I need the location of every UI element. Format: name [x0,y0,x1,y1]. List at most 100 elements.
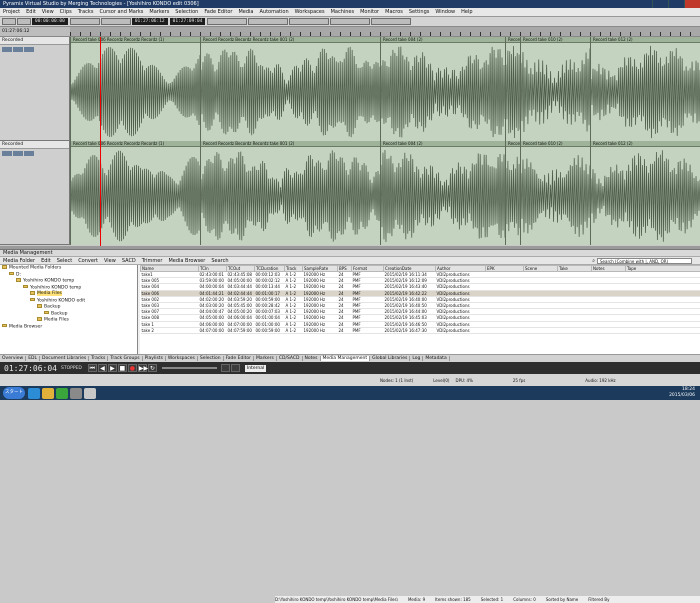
media-menu-item[interactable]: View [101,258,119,264]
menu-item[interactable]: Help [458,9,475,15]
menu-item[interactable]: Workspaces [292,9,328,15]
menu-item[interactable]: Window [432,9,458,15]
track-name[interactable]: Recorded [0,141,69,149]
menu-item[interactable]: Selection [172,9,201,15]
menu-item[interactable]: Media [235,9,256,15]
toolbar-button[interactable] [101,18,131,25]
bottom-tab[interactable]: Workspaces [166,356,198,361]
bottom-tab[interactable]: Media Management [321,356,371,361]
toolbar-button[interactable] [70,18,100,25]
bottom-tab[interactable]: Markers [254,356,277,361]
playhead-cursor[interactable] [100,37,101,246]
forward-button[interactable]: ▶▶ [138,364,147,372]
bottom-tab[interactable]: Notes [303,356,321,361]
timeline-ruler[interactable] [70,27,700,37]
bottom-tab[interactable]: Selection [198,356,224,361]
record-arm-button[interactable] [2,151,12,156]
bottom-tab[interactable]: EDL [26,356,40,361]
media-menu-item[interactable]: SACD [119,258,139,264]
fps-info: 25 fps [513,378,525,383]
audio-clip[interactable]: Record take 010 (2) [520,141,590,245]
pyramix-icon[interactable] [84,388,96,399]
menu-item[interactable]: Automation [257,9,292,15]
solo-button[interactable] [13,151,23,156]
rewind-to-start-button[interactable]: ⏮ [88,364,97,372]
toolbar-button[interactable] [371,18,411,25]
close-button[interactable] [684,0,700,8]
bottom-tab[interactable]: Document Libraries [40,356,89,361]
audio-clip[interactable]: Record take 007 (2) [505,37,520,141]
transport-option-button[interactable] [231,364,240,372]
audio-clip[interactable]: Record take 012 (2) [590,141,700,245]
audio-clip[interactable]: Record Recordz Becordz Recordz take 001 … [200,141,380,245]
media-menu-item[interactable]: Trimmer [139,258,166,264]
search-input[interactable]: Search (Combine with |, AND, OR) [597,258,692,264]
media-menu-item[interactable]: Convert [75,258,101,264]
bottom-tab[interactable]: Metadata [423,356,449,361]
start-button[interactable]: スタート [3,387,25,399]
rewind-button[interactable]: ◀ [98,364,107,372]
bottom-tab[interactable]: Global Libraries [370,356,410,361]
loop-button[interactable]: ↻ [148,364,157,372]
tree-node[interactable]: Media Browser [0,324,137,331]
toolbar-button[interactable] [330,18,370,25]
media-menu-item[interactable]: Select [54,258,75,264]
menu-item[interactable]: Clips [57,9,75,15]
menu-item[interactable]: Tracks [75,9,97,15]
media-menu-item[interactable]: Search [208,258,231,264]
jog-slider[interactable] [162,367,217,369]
chrome-icon[interactable] [56,388,68,399]
solo-button[interactable] [13,47,23,52]
audio-clip[interactable]: Record take 012 (2) [590,37,700,141]
media-menu-item[interactable]: Media Folder [0,258,38,264]
record-arm-button[interactable] [2,47,12,52]
menu-item[interactable]: Machines [328,9,358,15]
maximize-button[interactable] [668,0,684,8]
bottom-tab[interactable]: Log [410,356,423,361]
menu-item[interactable]: Monitor [357,9,382,15]
bottom-tab[interactable]: Tracks [89,356,108,361]
menu-item[interactable]: Project [0,9,23,15]
audio-clip[interactable]: Record take 006 Recordz Recordz Recordz … [70,37,200,141]
play-button[interactable]: ▶ [108,364,117,372]
toolbar-button[interactable] [207,18,247,25]
app-icon[interactable] [70,388,82,399]
audio-clip[interactable]: Record take 004 (2) [380,141,505,245]
toolbar-button[interactable] [17,18,31,25]
track-lane[interactable]: Record take 006 Recordz Recordz Recordz … [70,37,700,141]
bottom-tab[interactable]: Overview [0,356,26,361]
menu-item[interactable]: Fade Editor [201,9,235,15]
audio-clip[interactable]: Record take 006 Recordz Recordz Recordz … [70,141,200,245]
bottom-tab[interactable]: Playlists [143,356,166,361]
mute-button[interactable] [24,151,34,156]
bottom-tab[interactable]: Fade Editor [224,356,254,361]
menu-item[interactable]: Markers [146,9,172,15]
ie-icon[interactable] [28,388,40,399]
media-menu-item[interactable]: Edit [38,258,54,264]
menu-item[interactable]: Edit [23,9,39,15]
transport-option-button[interactable] [221,364,230,372]
audio-clip[interactable]: Record take 010 (2) [520,37,590,141]
toolbar-button[interactable] [289,18,329,25]
stop-button[interactable]: ■ [118,364,127,372]
menu-item[interactable]: Settings [406,9,433,15]
audio-clip[interactable]: Record take 004 (2) [380,37,505,141]
menu-item[interactable]: View [39,9,57,15]
track-name[interactable]: Recorded [0,37,69,45]
audio-clip[interactable]: Record Recordz Becordz Recordz take 001 … [200,37,380,141]
record-button[interactable]: ● [128,364,137,372]
bottom-tab[interactable]: CD/SACD [277,356,303,361]
bottom-tab[interactable]: Track Groups [108,356,142,361]
mute-button[interactable] [24,47,34,52]
table-row[interactable]: take 204:07:00:0004:07:59:0000:00:59:00A… [141,327,700,333]
menu-item[interactable]: Cursor and Marks [96,9,146,15]
minimize-button[interactable] [652,0,668,8]
track-lane[interactable]: Record take 006 Recordz Recordz Recordz … [70,141,700,245]
sync-select[interactable]: Internal [245,365,266,372]
toolbar-button[interactable] [2,18,16,25]
audio-clip[interactable]: Record take 007 (2) [505,141,520,245]
media-menu-item[interactable]: Media Browser [165,258,208,264]
menu-item[interactable]: Macros [382,9,406,15]
toolbar-button[interactable] [248,18,288,25]
explorer-icon[interactable] [42,388,54,399]
